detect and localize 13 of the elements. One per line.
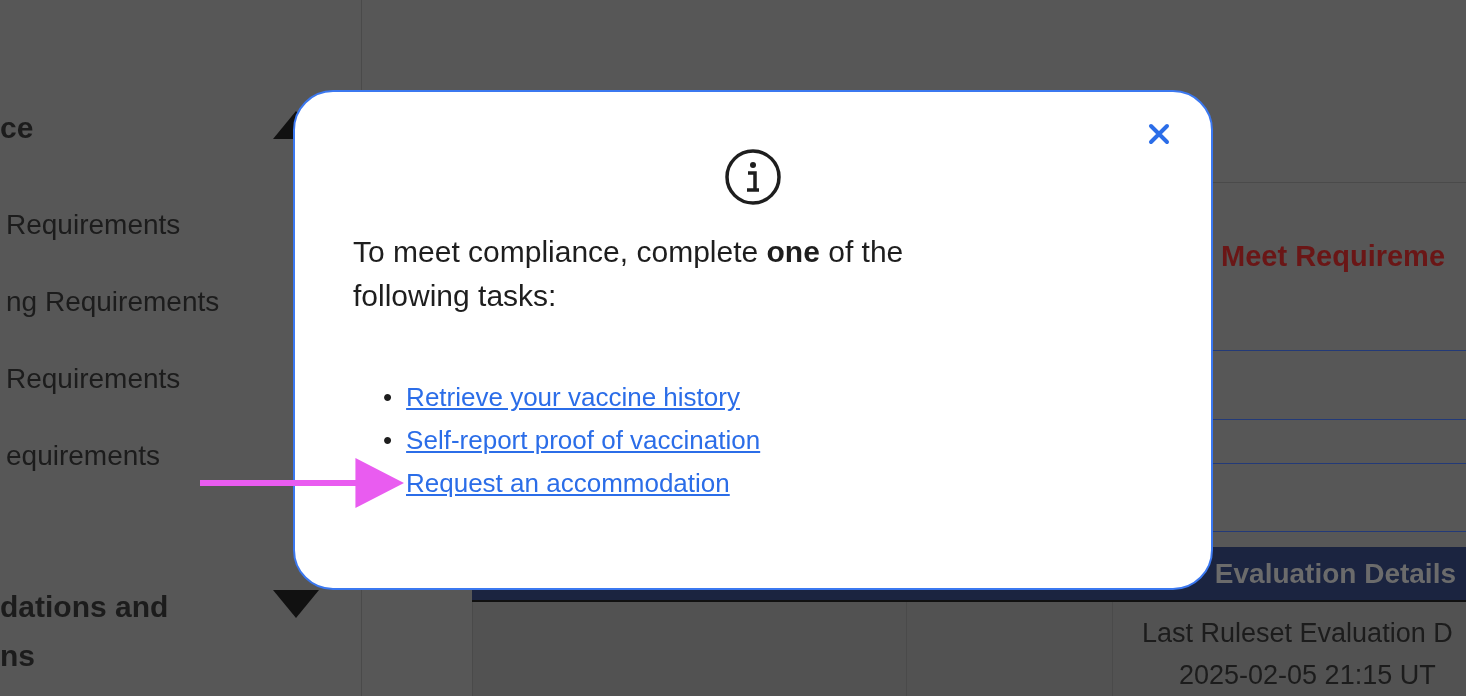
task-link[interactable]: Request an accommodation <box>406 462 730 505</box>
task-link[interactable]: Retrieve your vaccine history <box>406 376 740 419</box>
bullet: • <box>383 424 393 457</box>
close-button[interactable] <box>1147 122 1171 146</box>
bullet: • <box>383 381 393 414</box>
dialog-message: To meet compliance, complete one of the following tasks: <box>353 234 905 314</box>
expand-triangle-icon[interactable] <box>273 590 319 618</box>
section-heading[interactable]: dations and ns <box>0 582 190 680</box>
task-link[interactable]: Self-report proof of vaccination <box>406 419 761 462</box>
section-heading[interactable]: ce <box>0 103 190 152</box>
status-text: Meet Requireme <box>1221 240 1445 274</box>
info-icon <box>724 148 782 206</box>
column-header: Evaluation Details <box>1214 557 1457 590</box>
